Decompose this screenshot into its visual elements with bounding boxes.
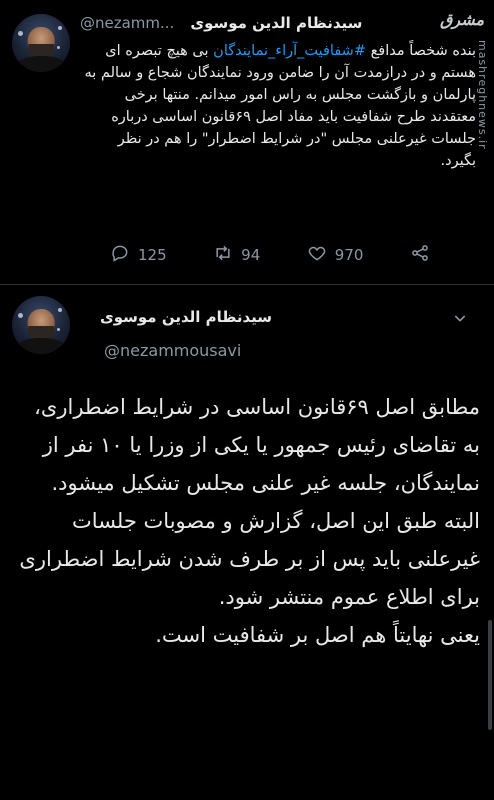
tweet-text-rest: بی هیچ تبصره ای هستم و در درازمدت آن را … xyxy=(84,43,476,169)
tweet-body: مطابق اصل ۶۹قانون اساسی در شرایط اضطراری… xyxy=(14,388,480,654)
share-button[interactable] xyxy=(410,243,430,267)
reply-count: 125 xyxy=(138,246,167,264)
scrollbar[interactable] xyxy=(488,620,492,730)
user-handle[interactable]: @nezamm... xyxy=(80,14,174,32)
tweet-text-start: بنده شخصاً مدافع xyxy=(365,43,476,59)
tweet-paragraph: مطابق اصل ۶۹قانون اساسی در شرایط اضطراری… xyxy=(34,395,480,495)
retweet-button[interactable]: 94 xyxy=(213,243,260,267)
reply-icon xyxy=(110,243,130,267)
like-count: 970 xyxy=(334,246,364,264)
heart-icon xyxy=(307,243,327,267)
hashtag-link[interactable]: #شفافیت_آراء_نمایندگان xyxy=(213,43,366,59)
retweet-icon xyxy=(213,243,233,267)
reply-button[interactable]: 125 xyxy=(110,243,167,267)
chevron-down-icon[interactable] xyxy=(452,310,468,326)
tweet-header: @nezamm... سیدنظام الدین موسوی xyxy=(80,12,460,34)
tweet-actions: 125 94 970 xyxy=(110,243,430,267)
retweet-count: 94 xyxy=(241,246,261,264)
tweet-text: بنده شخصاً مدافع #شفافیت_آراء_نمایندگان … xyxy=(80,40,476,172)
like-button[interactable]: 970 xyxy=(307,243,364,267)
avatar[interactable] xyxy=(12,14,70,72)
site-watermark: mashreghnews.ir xyxy=(476,40,489,150)
tweet-paragraph: یعنی نهایتاً هم اصل بر شفافیت است. xyxy=(155,623,480,647)
user-name[interactable]: سیدنظام الدین موسوی xyxy=(100,308,290,326)
divider xyxy=(0,284,494,285)
user-handle[interactable]: @nezammousavi xyxy=(104,341,241,360)
site-logo: مشرق xyxy=(440,10,485,29)
tweet-paragraph: البته طبق این اصل، گزارش و مصوبات جلسات … xyxy=(19,509,480,609)
avatar[interactable] xyxy=(12,296,70,354)
share-icon xyxy=(410,243,430,267)
user-name[interactable]: سیدنظام الدین موسوی xyxy=(190,14,362,32)
